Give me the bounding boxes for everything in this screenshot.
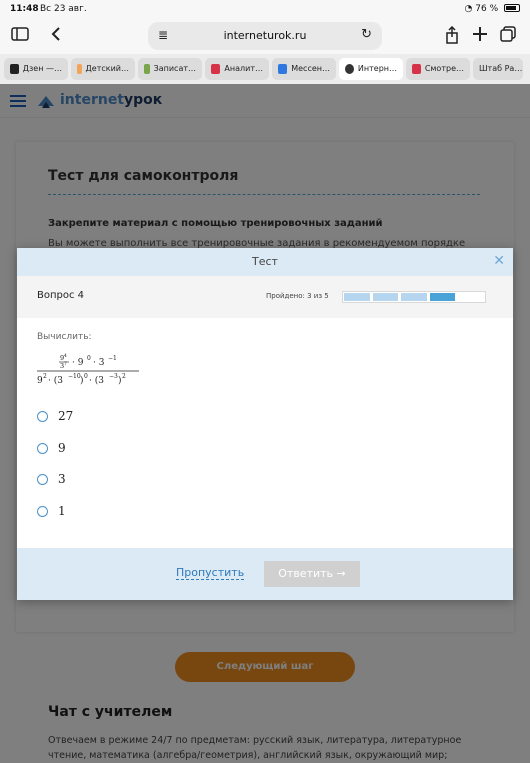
svg-text:−3: −3	[109, 373, 118, 380]
answer-text: 27	[58, 409, 74, 423]
radio-button[interactable]	[37, 505, 48, 517]
progress-segment	[372, 293, 399, 301]
radio-button[interactable]	[37, 410, 48, 422]
new-tab-icon[interactable]	[470, 26, 490, 46]
browser-toolbar: ≣ interneturok.ru ↻	[0, 18, 530, 54]
tab-favicon	[144, 64, 150, 74]
question-body: Вычислить:	[37, 332, 92, 342]
svg-text:· 9: · 9	[72, 358, 84, 368]
status-time: 11:48	[10, 4, 39, 14]
svg-text:−1: −1	[108, 355, 117, 362]
address-bar[interactable]: ≣ interneturok.ru ↻	[148, 22, 382, 50]
svg-text:· 3: · 3	[93, 358, 105, 368]
tab-messen[interactable]: Мессен…	[272, 58, 336, 80]
tab-favicon	[211, 64, 221, 74]
tabs-overview-icon[interactable]	[498, 26, 518, 46]
answer-option[interactable]: 9	[37, 440, 66, 456]
passed-count: Пройдено: 3 из 5	[266, 292, 329, 300]
answer-text: 3	[58, 472, 66, 486]
submit-answer-button[interactable]: Ответить →	[264, 561, 360, 587]
url-text: interneturok.ru	[223, 29, 307, 42]
question-prompt: Вычислить:	[37, 332, 92, 342]
svg-text:0: 0	[84, 373, 88, 380]
tab-favicon	[412, 64, 421, 74]
tab-shtab[interactable]: Штаб Ра…	[473, 58, 523, 80]
tab-favicon	[10, 64, 19, 74]
tab-smotre[interactable]: Смотре…	[406, 58, 470, 80]
progress-segment	[401, 293, 427, 301]
skip-link[interactable]: Пропустить	[176, 566, 245, 580]
modal-footer: Пропустить Ответить →	[17, 548, 513, 600]
svg-text:−10: −10	[68, 373, 81, 380]
svg-text:7: 7	[64, 361, 67, 367]
tab-favicon	[278, 64, 288, 74]
progress-bar	[342, 291, 486, 303]
close-icon[interactable]: ✕	[493, 253, 505, 269]
modal-header: Тест ✕	[17, 248, 513, 276]
math-formula: 94 37 · 90 · 3 −1 92 · (3 −10 ) 0 · (3 −3 ) 2	[37, 353, 139, 386]
tab-detsky[interactable]: Детский…	[71, 58, 135, 80]
close-tab-icon[interactable]	[345, 64, 354, 74]
svg-text:2: 2	[122, 373, 126, 380]
progress-segment	[344, 293, 370, 301]
svg-text:· (3: · (3	[89, 375, 104, 386]
tab-analit[interactable]: Аналит…	[205, 58, 269, 80]
svg-text:· (3: · (3	[48, 375, 63, 386]
svg-text:0: 0	[87, 355, 91, 362]
test-modal: Тест ✕ Вопрос 4 Пройдено: 3 из 5 Вычисли…	[17, 248, 513, 600]
reload-icon[interactable]: ↻	[361, 27, 372, 42]
answer-text: 1	[58, 504, 66, 518]
answer-option[interactable]: 3	[37, 471, 66, 487]
share-icon[interactable]	[442, 25, 462, 46]
status-right: ◔ 76 %	[465, 4, 520, 14]
svg-text:): )	[118, 375, 122, 386]
radio-button[interactable]	[37, 473, 48, 485]
answer-text: 9	[58, 441, 66, 455]
question-bar: Вопрос 4 Пройдено: 3 из 5	[17, 276, 513, 318]
svg-text:): )	[80, 375, 84, 386]
answer-option[interactable]: 27	[37, 408, 73, 424]
battery-icon	[504, 4, 520, 12]
tab-strip: Дзен —… Детский… Записат… Аналит… Мессен…	[0, 54, 530, 84]
progress-segment	[458, 293, 484, 301]
battery-percent: 76 %	[475, 4, 499, 14]
arrow-right-icon: →	[336, 567, 346, 580]
svg-text:2: 2	[43, 373, 47, 380]
tab-internet-active[interactable]: Интерн…	[339, 58, 403, 80]
status-date: Вс 23 авг.	[40, 4, 87, 14]
svg-text:4: 4	[64, 353, 67, 359]
progress-segment	[429, 293, 456, 301]
status-bar: 11:48 Вс 23 авг. ◔ 76 %	[0, 0, 530, 18]
back-icon[interactable]	[46, 26, 66, 46]
tab-favicon	[77, 64, 82, 74]
radio-button[interactable]	[37, 442, 48, 454]
tab-dzen[interactable]: Дзен —…	[4, 58, 68, 80]
question-number: Вопрос 4	[37, 290, 85, 301]
tab-zapisat[interactable]: Записат…	[138, 58, 202, 80]
wifi-icon: ◔	[464, 4, 473, 14]
sidebar-icon[interactable]	[10, 26, 30, 46]
answer-option[interactable]: 1	[37, 503, 66, 519]
modal-title: Тест	[252, 255, 278, 268]
